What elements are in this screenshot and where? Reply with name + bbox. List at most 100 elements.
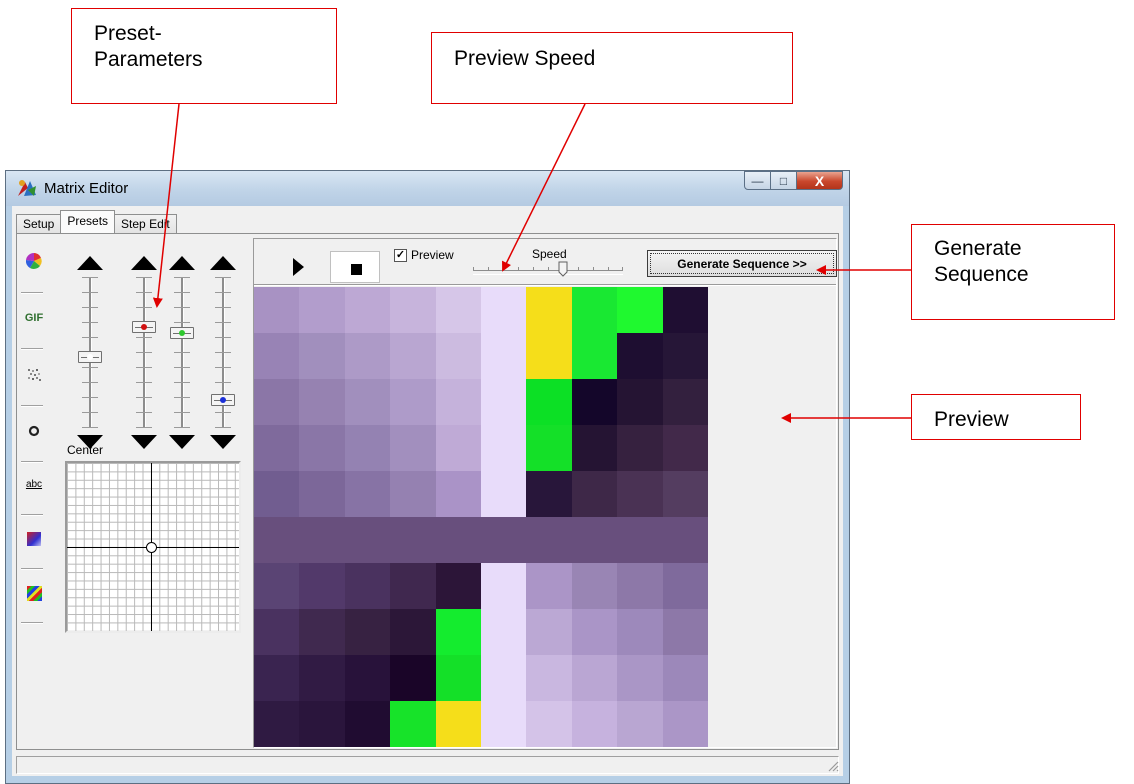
rainbow-button[interactable] <box>22 582 46 604</box>
matrix-cell <box>617 379 663 425</box>
slider-tick <box>174 307 190 308</box>
matrix-cell <box>299 701 345 747</box>
text-scroll-button[interactable]: abc <box>22 473 46 495</box>
slider-tick <box>82 337 98 338</box>
slider-tick <box>215 307 231 308</box>
rainbow-stripes-icon <box>26 585 42 601</box>
matrix-cell <box>617 333 663 379</box>
matrix-cell <box>344 379 391 425</box>
slider-tick <box>174 397 190 398</box>
toolbar-divider <box>21 461 43 463</box>
matrix-cell <box>299 471 345 517</box>
matrix-cell <box>571 471 618 517</box>
slider-thumb[interactable] <box>132 320 156 333</box>
slider-thumb[interactable] <box>78 350 102 363</box>
matrix-cell <box>662 563 708 609</box>
speed-tick <box>473 267 474 270</box>
matrix-cell <box>617 287 663 333</box>
center-label: Center <box>67 443 104 457</box>
matrix-cell <box>435 287 481 333</box>
matrix-cell <box>299 655 345 701</box>
preview-checkbox-box[interactable]: ✓ <box>394 248 407 262</box>
maximize-button[interactable]: □ <box>771 171 797 190</box>
title-bar[interactable]: Matrix Editor — □ X <box>6 171 849 206</box>
matrix-cell <box>435 609 481 655</box>
close-icon: X <box>814 172 825 189</box>
close-button[interactable]: X <box>797 171 843 190</box>
matrix-cell <box>480 333 527 379</box>
slider-down-arrow-icon[interactable] <box>210 435 236 449</box>
slider-tick <box>215 277 231 278</box>
slider-down-arrow-icon[interactable] <box>169 435 195 449</box>
matrix-cell <box>344 471 391 517</box>
slider-tick <box>174 412 190 413</box>
matrix-cell <box>617 425 663 471</box>
color-wheel-button[interactable] <box>22 250 46 272</box>
stop-button[interactable] <box>330 251 380 283</box>
matrix-cell <box>571 701 618 747</box>
center-picker[interactable] <box>65 461 241 633</box>
gradient-icon <box>27 532 41 546</box>
slider-up-arrow-icon[interactable] <box>210 256 236 270</box>
generate-sequence-button[interactable]: Generate Sequence >> <box>647 250 837 277</box>
slider-tick <box>215 292 231 293</box>
slider-tick <box>82 277 98 278</box>
slider-down-arrow-icon[interactable] <box>131 435 157 449</box>
matrix-cell <box>435 471 481 517</box>
ring-button[interactable] <box>22 420 46 442</box>
matrix-cell <box>435 517 481 563</box>
minimize-button[interactable]: — <box>744 171 771 190</box>
matrix-cell <box>571 425 618 471</box>
speed-slider[interactable] <box>473 267 623 275</box>
presets-panel: GIF abc Center ✓ Preview Speed Generate … <box>16 233 839 750</box>
slider-up-arrow-icon[interactable] <box>169 256 195 270</box>
resize-grip-icon[interactable] <box>827 760 839 772</box>
center-handle[interactable] <box>146 542 157 553</box>
callout-generate-line2: Sequence <box>934 263 1029 286</box>
speed-label: Speed <box>532 247 567 261</box>
slider-2[interactable] <box>131 234 161 454</box>
matrix-cell <box>526 517 572 563</box>
slider-4[interactable] <box>210 234 240 454</box>
matrix-cell <box>299 379 345 425</box>
tab-presets[interactable]: Presets <box>60 210 116 233</box>
toolbar-divider <box>21 514 43 516</box>
tab-step-edit[interactable]: Step Edit <box>114 214 177 233</box>
slider-1[interactable] <box>77 234 107 454</box>
slider-up-arrow-icon[interactable] <box>77 256 103 270</box>
matrix-cell <box>390 609 436 655</box>
speed-slider-thumb[interactable] <box>558 261 568 277</box>
matrix-cell <box>344 333 391 379</box>
play-icon[interactable] <box>293 258 304 276</box>
preview-checkbox[interactable]: ✓ Preview <box>394 248 454 262</box>
slider-tick <box>82 412 98 413</box>
matrix-cell <box>617 517 663 563</box>
preview-matrix <box>254 287 708 747</box>
matrix-cell <box>299 563 345 609</box>
slider-tick <box>174 382 190 383</box>
matrix-cell <box>299 333 345 379</box>
noise-button[interactable] <box>22 364 46 386</box>
matrix-cell <box>480 563 527 609</box>
slider-tick <box>136 307 152 308</box>
slider-tick <box>82 367 98 368</box>
slider-tick <box>82 307 98 308</box>
tab-setup[interactable]: Setup <box>16 214 62 233</box>
speed-tick <box>503 267 504 270</box>
gif-button[interactable]: GIF <box>22 307 46 329</box>
matrix-cell <box>526 471 572 517</box>
slider-thumb-dot <box>220 397 226 403</box>
slider-tick <box>215 337 231 338</box>
slider-up-arrow-icon[interactable] <box>131 256 157 270</box>
toolbar-separator <box>254 284 836 286</box>
slider-3[interactable] <box>169 234 199 454</box>
slider-tick <box>82 397 98 398</box>
slider-tick <box>174 277 190 278</box>
callout-preset-parameters: Preset- Parameters <box>71 8 337 104</box>
gradient-button[interactable] <box>22 528 46 550</box>
slider-thumb[interactable] <box>170 326 194 339</box>
matrix-cell <box>344 609 391 655</box>
slider-tick <box>174 322 190 323</box>
slider-thumb[interactable] <box>211 394 235 406</box>
callout-preview-speed: Preview Speed <box>431 32 793 104</box>
